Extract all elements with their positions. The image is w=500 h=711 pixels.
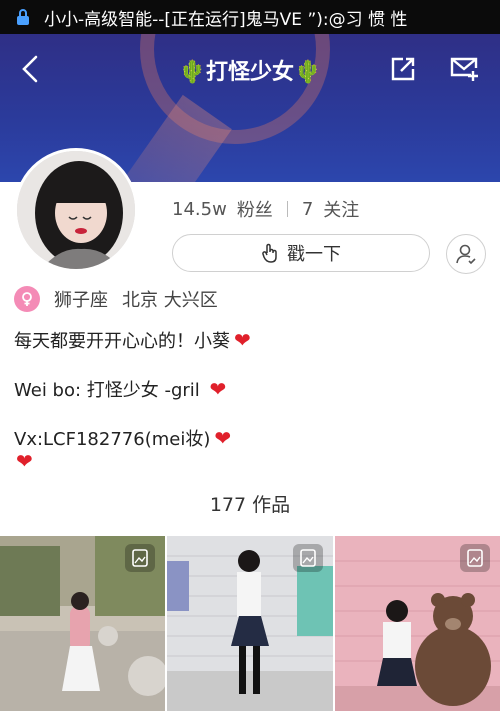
bio-text-3: Vx:LCF182776(mei妆) xyxy=(14,429,211,450)
female-icon xyxy=(22,292,32,306)
heart-icon: ❤ xyxy=(209,377,227,401)
avatar-photo xyxy=(17,151,135,269)
following-label[interactable]: 关注 xyxy=(323,196,359,222)
status-bar: 小小-高级智能--[正在运行]鬼马VE ”):@习 惯 性 xyxy=(0,0,500,34)
poke-label: 戳一下 xyxy=(287,244,341,265)
bio-line-2: Wei bo: 打怪少女 -gril ❤ xyxy=(14,376,226,402)
following-count[interactable]: 7 xyxy=(302,199,313,220)
tap-hand-icon xyxy=(262,243,277,263)
share-out-icon xyxy=(391,57,415,81)
bio-text-1: 每天都要开开心心的！小葵 xyxy=(14,331,230,352)
work-thumbnail[interactable] xyxy=(0,536,166,711)
profile-stats: 14.5w 粉丝 7 关注 xyxy=(172,196,359,222)
page-title: 🌵打怪少女🌵 xyxy=(178,60,322,85)
works-grid xyxy=(0,536,500,711)
location-text: 北京 大兴区 xyxy=(122,290,218,311)
message-button[interactable] xyxy=(444,49,484,89)
image-icon xyxy=(467,549,483,567)
heart-icon: ❤ xyxy=(234,328,251,352)
work-thumbnail[interactable] xyxy=(167,536,333,711)
poke-button[interactable]: 戳一下 xyxy=(172,234,430,272)
heart-icon: ❤ xyxy=(214,426,232,450)
follow-button[interactable] xyxy=(446,234,486,274)
profile-info-row: 狮子座 北京 大兴区 xyxy=(14,286,218,312)
bio-text-2: Wei bo: 打怪少女 -gril xyxy=(14,380,206,401)
bio-line-3: Vx:LCF182776(mei妆) ❤ xyxy=(14,425,231,451)
status-bar-text: 小小-高级智能--[正在运行]鬼马VE ”):@习 惯 性 xyxy=(44,9,408,30)
works-count[interactable]: 177 作品 xyxy=(0,490,500,517)
user-check-icon xyxy=(456,244,476,265)
work-thumbnail[interactable] xyxy=(334,536,500,711)
avatar[interactable] xyxy=(14,148,138,272)
bio-line-4: ❤ xyxy=(12,449,33,473)
share-button[interactable] xyxy=(383,49,423,89)
heart-icon: ❤ xyxy=(16,449,33,473)
image-icon xyxy=(132,549,149,567)
fans-label[interactable]: 粉丝 xyxy=(237,196,273,222)
bio-line-1: 每天都要开开心心的！小葵 ❤ xyxy=(14,327,251,353)
image-icon xyxy=(299,549,316,567)
mail-icon xyxy=(450,57,478,81)
stats-divider xyxy=(286,201,288,217)
app-lock-icon xyxy=(17,9,29,25)
works-count-number: 177 xyxy=(209,494,247,516)
works-count-label: 作品 xyxy=(252,494,291,516)
gender-badge xyxy=(14,286,40,312)
zodiac-text: 狮子座 xyxy=(54,290,108,311)
fans-count[interactable]: 14.5w xyxy=(172,199,227,220)
image-post-badge xyxy=(125,544,156,572)
image-post-badge xyxy=(459,544,490,572)
image-post-badge xyxy=(292,544,323,572)
